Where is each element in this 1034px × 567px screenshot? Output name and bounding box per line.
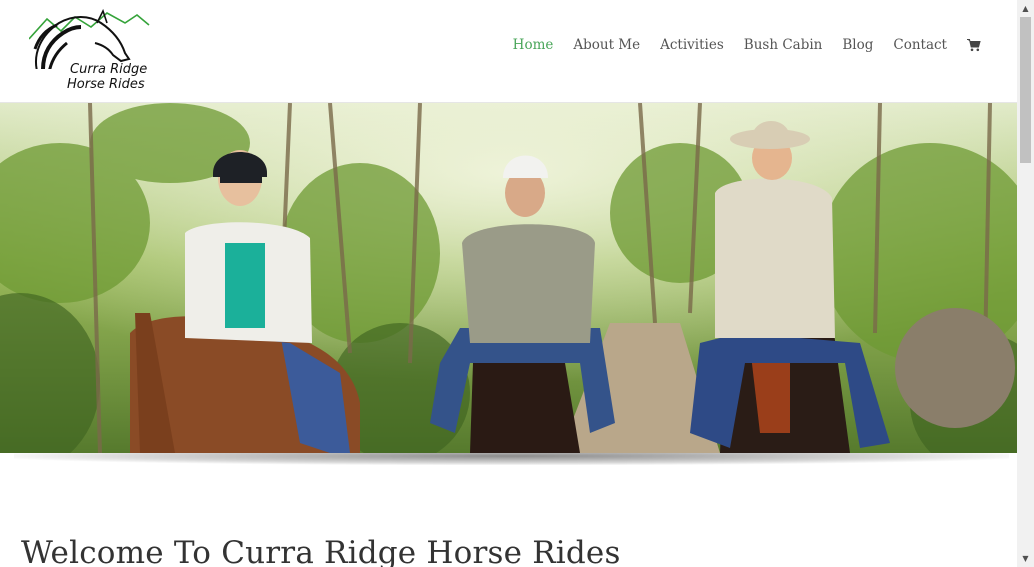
vertical-scrollbar[interactable]: ▲ ▼ bbox=[1017, 0, 1034, 567]
scrollbar-thumb[interactable] bbox=[1020, 17, 1031, 163]
scroll-up-arrow-icon[interactable]: ▲ bbox=[1017, 0, 1034, 17]
hero-image bbox=[0, 103, 1017, 453]
logo-text-line2: Horse Rides bbox=[67, 77, 145, 92]
shopping-cart-icon[interactable] bbox=[967, 38, 981, 52]
page-heading: Welcome To Curra Ridge Horse Rides bbox=[21, 535, 621, 567]
horse-riders-photo bbox=[0, 103, 1017, 453]
nav-blog[interactable]: Blog bbox=[842, 37, 873, 53]
nav-home[interactable]: Home bbox=[513, 37, 554, 53]
nav-contact[interactable]: Contact bbox=[893, 37, 947, 53]
logo-text-line1: Curra Ridge bbox=[70, 62, 148, 77]
nav-bush-cabin[interactable]: Bush Cabin bbox=[744, 37, 823, 53]
site-header: Curra Ridge Horse Rides Home About Me Ac… bbox=[0, 0, 1017, 103]
page: Curra Ridge Horse Rides Home About Me Ac… bbox=[0, 0, 1017, 567]
scroll-down-arrow-icon[interactable]: ▼ bbox=[1017, 550, 1034, 567]
nav-activities[interactable]: Activities bbox=[660, 37, 724, 53]
main-nav: Home About Me Activities Bush Cabin Blog… bbox=[493, 0, 981, 90]
site-logo[interactable]: Curra Ridge Horse Rides bbox=[29, 9, 153, 95]
horse-logo-icon bbox=[29, 9, 150, 69]
nav-about-me[interactable]: About Me bbox=[573, 37, 640, 53]
